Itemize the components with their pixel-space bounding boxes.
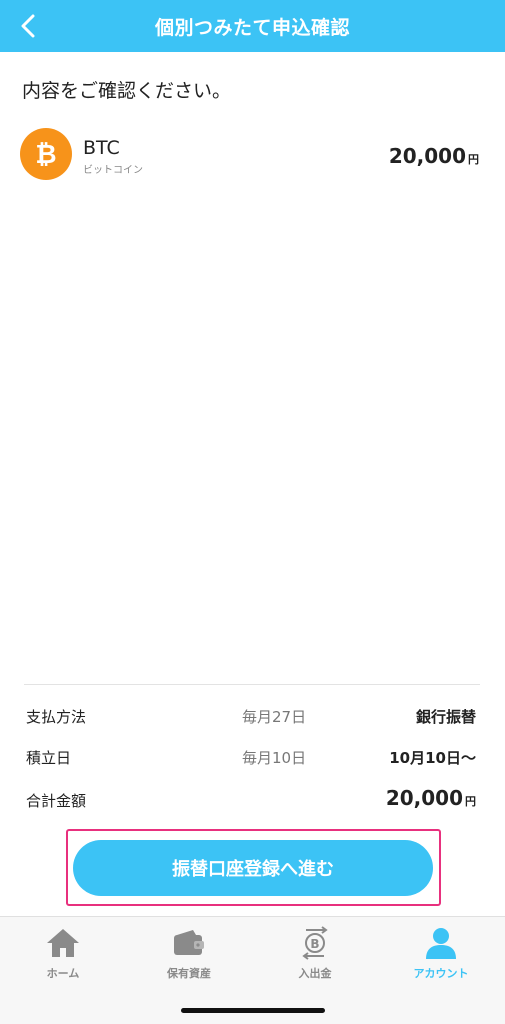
summary-row-total: 合計金額 20,000 円 bbox=[26, 786, 476, 816]
summary-value: 10月10日〜 bbox=[389, 749, 476, 767]
summary-sub: 毎月10日 bbox=[242, 749, 307, 767]
tab-label: アカウント bbox=[413, 967, 469, 980]
divider bbox=[24, 684, 480, 685]
svg-text:B: B bbox=[310, 937, 319, 951]
summary-label: 支払方法 bbox=[26, 708, 87, 726]
tab-account[interactable]: アカウント bbox=[378, 925, 504, 985]
nav-header: 個別つみたて申込確認 bbox=[0, 0, 505, 52]
total-amount: 20,000 円 bbox=[386, 786, 476, 810]
summary-row-accumulation: 積立日 毎月10日 10月10日〜 bbox=[26, 743, 476, 773]
home-icon bbox=[43, 925, 83, 961]
coin-amount-unit: 円 bbox=[468, 153, 479, 166]
tab-label: 保有資産 bbox=[167, 967, 211, 980]
tab-deposit-withdraw[interactable]: B 入出金 bbox=[252, 925, 378, 985]
total-amount-value: 20,000 bbox=[385, 786, 463, 810]
coin-name: ビットコイン bbox=[83, 165, 143, 176]
summary-label: 合計金額 bbox=[26, 792, 87, 810]
tab-label: ホーム bbox=[46, 967, 80, 980]
tab-label: 入出金 bbox=[298, 967, 332, 980]
coin-item: ₿ BTC ビットコイン 20,000 円 bbox=[20, 128, 485, 182]
summary-row-payment: 支払方法 毎月27日 銀行振替 bbox=[26, 702, 476, 732]
bitcoin-glyph: ₿ bbox=[35, 140, 56, 170]
back-button[interactable] bbox=[6, 0, 50, 52]
summary-value: 銀行振替 bbox=[415, 708, 476, 726]
wallet-icon bbox=[169, 925, 209, 961]
chevron-left-icon bbox=[21, 14, 35, 38]
intro-text: 内容をご確認ください。 bbox=[22, 80, 232, 102]
page-title: 個別つみたて申込確認 bbox=[154, 16, 350, 39]
register-account-button[interactable]: 振替口座登録へ進む bbox=[73, 840, 433, 896]
coin-symbol: BTC bbox=[83, 137, 120, 159]
home-indicator bbox=[181, 1008, 325, 1013]
total-amount-unit: 円 bbox=[465, 795, 476, 808]
summary-label: 積立日 bbox=[26, 749, 72, 767]
account-icon bbox=[421, 925, 461, 961]
bitcoin-icon: ₿ bbox=[20, 128, 72, 180]
tab-home[interactable]: ホーム bbox=[0, 925, 126, 985]
coin-amount: 20,000 円 bbox=[389, 144, 479, 168]
deposit-withdraw-icon: B bbox=[295, 925, 335, 961]
summary-sub: 毎月27日 bbox=[242, 708, 307, 726]
coin-amount-value: 20,000 bbox=[388, 144, 466, 168]
tab-assets[interactable]: 保有資産 bbox=[126, 925, 252, 985]
